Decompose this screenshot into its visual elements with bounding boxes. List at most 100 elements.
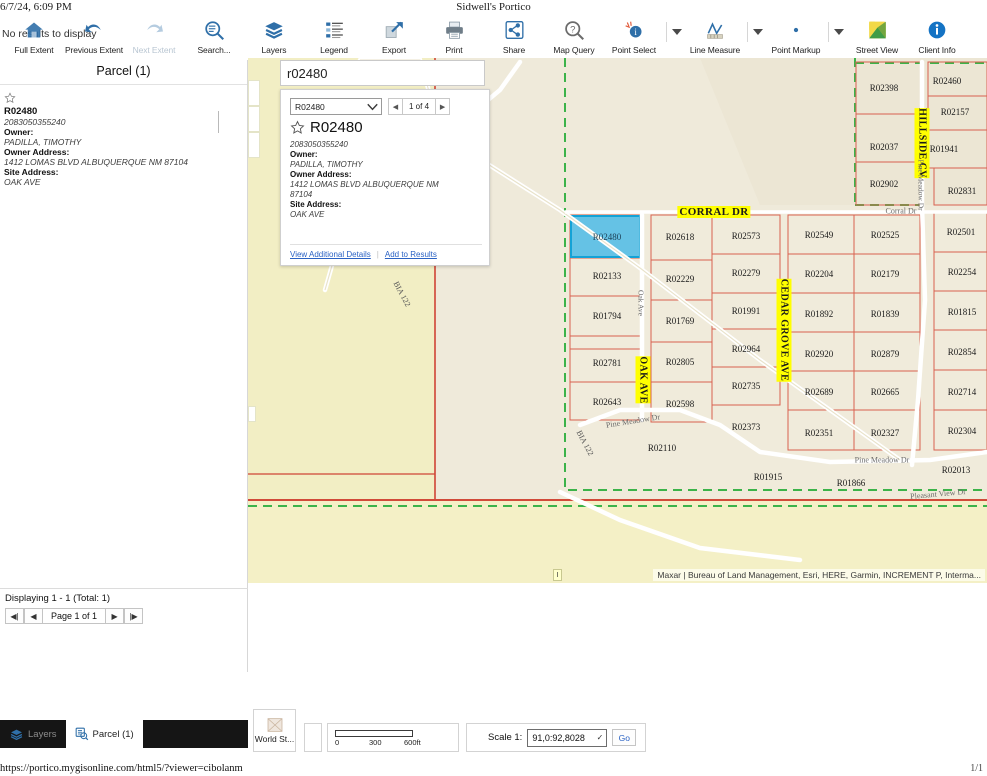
parcel-label[interactable]: R01991 <box>732 306 761 316</box>
parcel-label[interactable]: R02110 <box>648 443 676 453</box>
toolbar-button-client-info[interactable]: Client Info <box>907 16 967 55</box>
identify-record-select[interactable]: R02480 <box>290 98 382 115</box>
toolbar-button-print[interactable]: Print <box>424 16 484 55</box>
map-tool-placeholder-button[interactable] <box>304 723 322 752</box>
search-input[interactable]: r02480 <box>280 60 485 86</box>
toolbar-dropdown-caret[interactable] <box>750 20 766 44</box>
map-zoom-in-button[interactable] <box>248 80 260 106</box>
parcel-label[interactable]: R02964 <box>732 344 761 354</box>
parcel-label[interactable]: R02304 <box>948 426 977 436</box>
toolbar-button-street-view[interactable]: Street View <box>847 16 907 55</box>
parcel-label[interactable]: R01941 <box>930 144 959 154</box>
toolbar-button-share[interactable]: Share <box>484 16 544 55</box>
parcel-label[interactable]: R02204 <box>805 269 834 279</box>
parcel-label[interactable]: R01794 <box>593 311 622 321</box>
toolbar-button-legend[interactable]: Legend <box>304 16 364 55</box>
toolbar-button-help[interactable]: ?Help <box>967 16 987 55</box>
parcel-label[interactable]: R02351 <box>805 428 834 438</box>
identify-owner-address-line2: 87104 <box>290 190 313 199</box>
parcel-label[interactable]: R02573 <box>732 231 761 241</box>
toolbar-button-export[interactable]: Export <box>364 16 424 55</box>
toolbar-dropdown-caret[interactable] <box>669 20 685 44</box>
view-additional-details-link[interactable]: View Additional Details <box>290 250 371 259</box>
parcel-label[interactable]: R02831 <box>948 186 977 196</box>
parcel-label[interactable]: R02327 <box>871 428 900 438</box>
parcel-label[interactable]: R01892 <box>805 309 834 319</box>
parcel-label[interactable]: R02179 <box>871 269 900 279</box>
parcel-label[interactable]: R02501 <box>947 227 976 237</box>
scale-label: Scale 1: <box>488 732 523 743</box>
toolbar-button-search[interactable]: Search... <box>184 16 244 55</box>
parcel-label[interactable]: R02525 <box>871 230 900 240</box>
layers-icon <box>10 729 23 740</box>
map-zoom-out-button[interactable] <box>248 106 260 132</box>
parcel-label[interactable]: R02549 <box>805 230 834 240</box>
results-scroll-indicator[interactable] <box>218 111 219 133</box>
identify-parcel-id: R02480 <box>310 119 363 136</box>
pager-next-button[interactable]: ▶ <box>105 608 125 624</box>
toolbar-button-label: Full Extent <box>14 45 54 55</box>
parcel-label[interactable]: R02279 <box>732 268 761 278</box>
identify-next-button[interactable]: ▶ <box>435 98 451 115</box>
tab-layers[interactable]: Layers <box>0 720 66 748</box>
toolbar-button-layers[interactable]: Layers <box>244 16 304 55</box>
star-outline-icon[interactable] <box>290 120 305 135</box>
parcel-label[interactable]: R02157 <box>941 107 970 117</box>
parcel-label[interactable]: R02902 <box>870 179 899 189</box>
toolbar-button-point-select[interactable]: i Point Select <box>604 16 664 55</box>
parcel-label[interactable]: R02781 <box>593 358 622 368</box>
parcel-label[interactable]: R02133 <box>593 271 622 281</box>
toolbar-button-point-markup[interactable]: Point Markup <box>766 16 826 55</box>
results-pager: ◀| ◀ Page 1 of 1 ▶ |▶ <box>5 608 243 624</box>
parcel-label[interactable]: R02854 <box>948 347 977 357</box>
star-outline-icon[interactable] <box>4 92 16 104</box>
parcel-label[interactable]: R02618 <box>666 232 695 242</box>
parcel-label[interactable]: R01839 <box>871 309 900 319</box>
pager-prev-button[interactable]: ◀ <box>24 608 43 624</box>
parcel-label[interactable]: R02879 <box>871 349 900 359</box>
parcel-label[interactable]: R01769 <box>666 316 695 326</box>
parcel-label[interactable]: R02229 <box>666 274 695 284</box>
parcel-label[interactable]: R02373 <box>732 422 761 432</box>
pager-last-button[interactable]: |▶ <box>124 608 144 624</box>
scale-bar: 0 300 600ft <box>327 723 459 752</box>
parcel-label[interactable]: R02920 <box>805 349 834 359</box>
status-bar-url: https://portico.mygisonline.com/html5/?v… <box>0 763 243 774</box>
parcel-label[interactable]: R01866 <box>837 478 866 488</box>
parcel-label[interactable]: R02805 <box>666 357 695 367</box>
scale-select[interactable]: 91,0:92,8028 ✓ <box>527 728 608 747</box>
parcel-label[interactable]: R02714 <box>948 387 977 397</box>
map-pan-button[interactable] <box>248 406 256 422</box>
add-to-results-link[interactable]: Add to Results <box>385 250 437 259</box>
identify-prev-button[interactable]: ◀ <box>388 98 403 115</box>
parcel-label[interactable]: R02689 <box>805 387 834 397</box>
parcel-label[interactable]: R02037 <box>870 142 899 152</box>
parcel-label[interactable]: R02598 <box>666 399 695 409</box>
toolbar-button-previous-extent[interactable]: Previous Extent <box>64 16 124 55</box>
parcel-label[interactable]: R02665 <box>871 387 900 397</box>
parcel-label[interactable]: R01915 <box>754 472 783 482</box>
toolbar-dropdown-caret[interactable] <box>831 20 847 44</box>
result-owner-address: 1412 LOMAS BLVD ALBUQUERQUE NM 87104 <box>4 157 188 167</box>
toolbar-button-line-measure[interactable]: Line Measure <box>685 16 745 55</box>
parcel-label[interactable]: R02254 <box>948 267 977 277</box>
parcel-label[interactable]: R02013 <box>942 465 971 475</box>
parcel-label[interactable]: R02480 <box>593 232 622 242</box>
toolbar-button-label: Line Measure <box>689 45 741 55</box>
result-parcel-id[interactable]: R02480 <box>4 106 243 117</box>
parcel-label[interactable]: R02735 <box>732 381 761 391</box>
link-separator: | <box>376 250 379 259</box>
basemap-selector-button[interactable]: World St... <box>253 709 296 752</box>
toolbar-button-full-extent[interactable]: Full Extent <box>4 16 64 55</box>
result-site-address: OAK AVE <box>4 177 41 187</box>
toolbar-button-map-query[interactable]: ? Map Query <box>544 16 604 55</box>
road-label: CEDAR GROVE AVE <box>776 278 792 382</box>
tab-parcel-results[interactable]: Parcel (1) <box>65 720 143 748</box>
map-zoom-extent-button[interactable] <box>248 132 260 158</box>
parcel-label[interactable]: R02643 <box>593 397 622 407</box>
parcel-label[interactable]: R01815 <box>948 307 977 317</box>
parcel-label[interactable]: R02398 <box>870 83 899 93</box>
pager-first-button[interactable]: ◀| <box>5 608 24 624</box>
parcel-label[interactable]: R02460 <box>933 76 962 86</box>
scale-go-button[interactable]: Go <box>612 729 637 746</box>
